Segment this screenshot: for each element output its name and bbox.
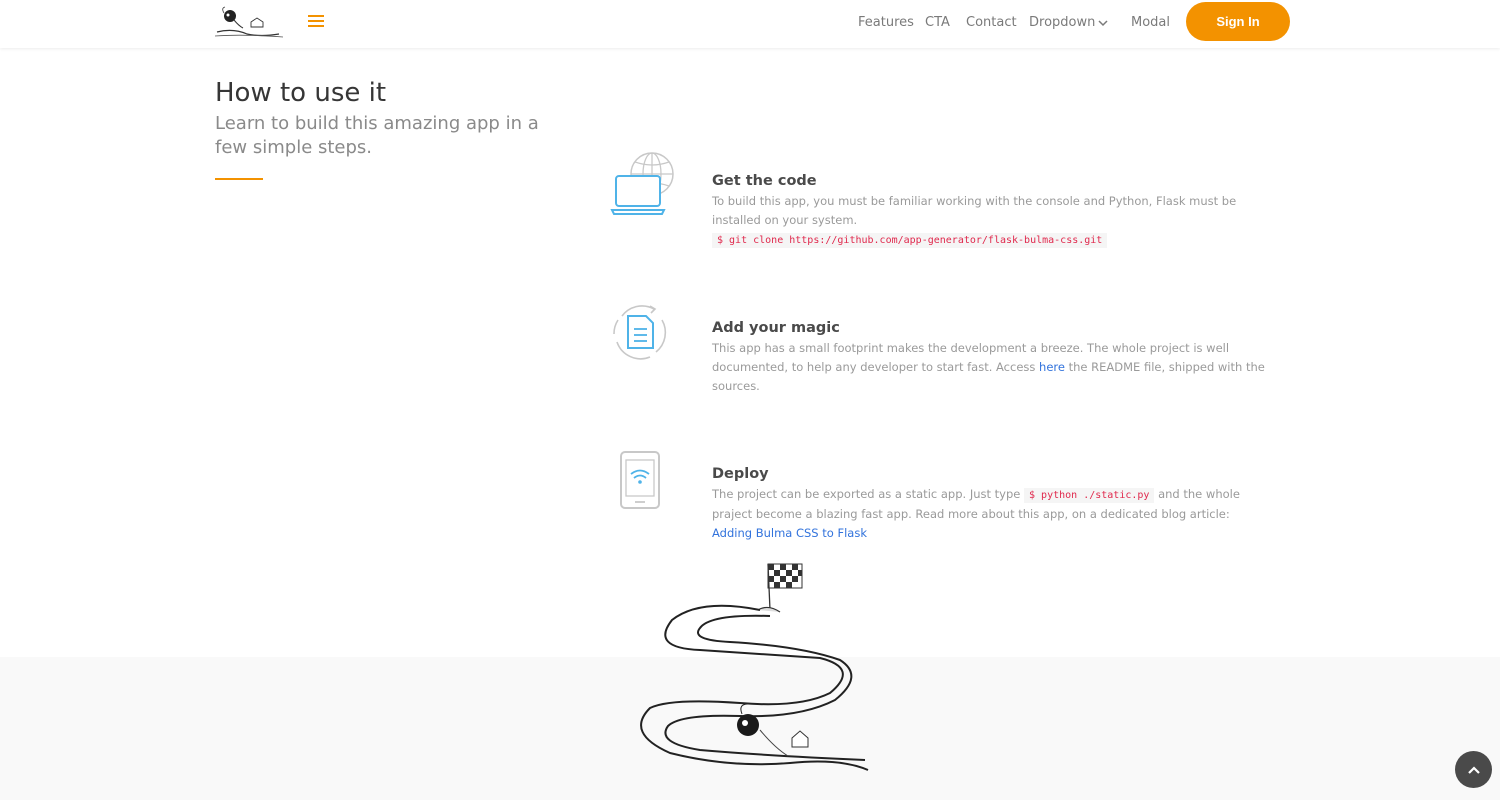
- nav-item-cta[interactable]: CTA: [925, 14, 950, 32]
- step-title-add-your-magic: Add your magic: [712, 320, 840, 336]
- step-description-part1: The project can be exported as a static …: [712, 487, 1021, 501]
- nav-item-contact[interactable]: Contact: [966, 14, 1017, 32]
- readme-link[interactable]: here: [1039, 360, 1065, 374]
- scroll-to-top-button[interactable]: [1455, 751, 1492, 788]
- winding-road-illustration: [640, 563, 869, 771]
- document-refresh-icon: [613, 305, 667, 360]
- nav-item-features[interactable]: Features: [858, 14, 914, 32]
- tablet-wifi-icon: [620, 451, 660, 509]
- static-export-command: $ python ./static.py: [1024, 488, 1155, 503]
- navbar: Features CTA Contact Dropdown Modal Sign…: [0, 0, 1500, 48]
- laptop-globe-icon: [610, 152, 674, 215]
- chevron-up-icon: [1467, 765, 1480, 774]
- step-text-add-your-magic: This app has a small footprint makes the…: [712, 339, 1282, 396]
- step-text-get-the-code: To build this app, you must be familiar …: [712, 192, 1282, 250]
- blog-article-link[interactable]: Adding Bulma CSS to Flask: [712, 526, 867, 540]
- step-title-get-the-code: Get the code: [712, 173, 817, 189]
- logo[interactable]: [213, 4, 285, 40]
- sign-in-button[interactable]: Sign In: [1186, 2, 1290, 41]
- section-title: How to use it: [215, 78, 387, 108]
- git-clone-command: $ git clone https://github.com/app-gener…: [712, 233, 1108, 248]
- step-text-deploy: The project can be exported as a static …: [712, 485, 1282, 543]
- nav-item-modal[interactable]: Modal: [1131, 14, 1170, 32]
- nav-item-dropdown[interactable]: Dropdown: [1029, 14, 1095, 32]
- section-divider: [215, 178, 263, 180]
- step-title-deploy: Deploy: [712, 466, 769, 482]
- hamburger-menu-icon[interactable]: [308, 12, 328, 32]
- step-description: To build this app, you must be familiar …: [712, 194, 1237, 227]
- section-subtitle: Learn to build this amazing app in a few…: [215, 113, 539, 158]
- chevron-down-icon[interactable]: [1097, 14, 1109, 32]
